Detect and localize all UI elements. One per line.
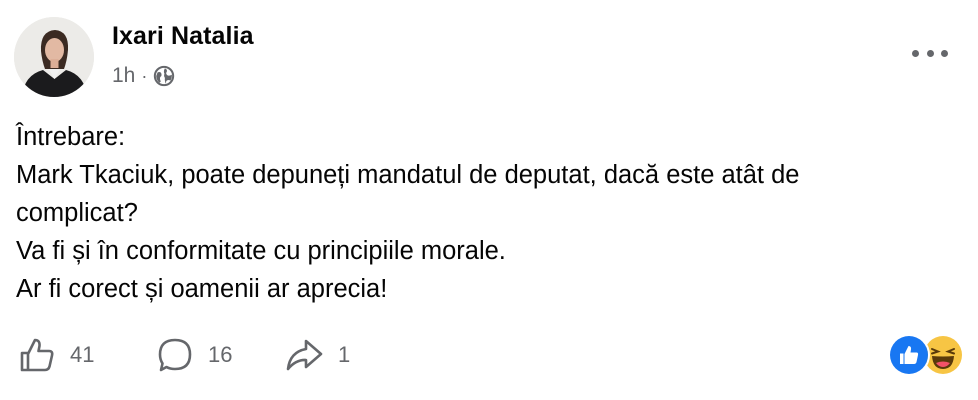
post-text-line: complicat? bbox=[16, 199, 138, 227]
more-dot bbox=[926, 49, 934, 57]
comment-button[interactable]: 16 bbox=[156, 336, 248, 374]
post-actions: 41 16 1 bbox=[18, 335, 350, 375]
reaction-summary[interactable] bbox=[888, 334, 966, 376]
share-count: 1 bbox=[338, 342, 351, 367]
share-button[interactable]: 1 bbox=[284, 336, 350, 374]
globe-icon[interactable] bbox=[153, 65, 175, 87]
post-time[interactable]: 1h bbox=[112, 64, 135, 88]
share-icon bbox=[286, 339, 323, 371]
post-text-line: Mark Tkaciuk, poate depuneți mandatul de… bbox=[16, 161, 800, 189]
post-text-line: Întrebare: bbox=[16, 123, 126, 151]
comment-icon bbox=[158, 338, 192, 372]
like-icon bbox=[20, 338, 54, 372]
facebook-post: Ixari Natalia 1h · Întrebare: Mark Tkaci… bbox=[0, 0, 978, 400]
post-text: Întrebare: Mark Tkaciuk, poate depuneți … bbox=[16, 118, 966, 308]
like-reaction-icon bbox=[888, 334, 930, 376]
meta-separator: · bbox=[141, 65, 148, 86]
author-avatar[interactable] bbox=[14, 17, 94, 97]
more-dot bbox=[941, 49, 948, 57]
post-text-line: Ar fi corect și oamenii ar aprecia! bbox=[16, 275, 388, 303]
post-meta: 1h · bbox=[112, 64, 175, 88]
more-options-icon[interactable] bbox=[912, 42, 948, 64]
like-count: 41 bbox=[70, 342, 95, 367]
post-text-line: Va fi și în conformitate cu principiile … bbox=[16, 237, 506, 265]
author-name[interactable]: Ixari Natalia bbox=[112, 22, 254, 51]
comment-count: 16 bbox=[208, 342, 233, 367]
more-dot bbox=[912, 49, 919, 57]
like-button[interactable]: 41 bbox=[18, 336, 114, 374]
